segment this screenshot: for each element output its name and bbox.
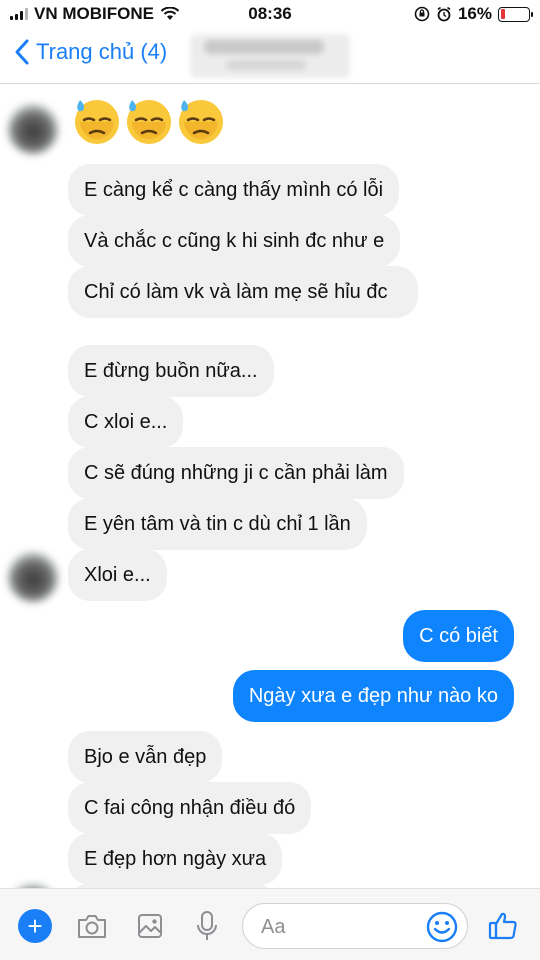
back-label: Trang chủ (4) <box>36 39 168 64</box>
like-button[interactable] <box>486 909 520 943</box>
battery-icon <box>498 6 533 22</box>
emoji-message[interactable] <box>72 96 226 146</box>
incoming-message[interactable]: Bjo e vẫn đẹp <box>68 731 223 783</box>
downcast-sweat-emoji-icon <box>75 100 119 144</box>
smiley-icon[interactable] <box>425 910 459 944</box>
image-icon <box>138 914 162 938</box>
downcast-sweat-emoji-icon <box>179 100 223 144</box>
plus-button[interactable]: + <box>18 909 52 943</box>
incoming-message[interactable]: Và chắc c cũng k hi sinh đc như e <box>68 215 401 267</box>
alarm-icon <box>437 6 451 22</box>
incoming-message[interactable]: E yên tâm và tin c dù chỉ 1 lần <box>68 498 367 550</box>
microphone-icon <box>197 911 217 940</box>
image-button[interactable] <box>133 909 167 943</box>
contact-avatar[interactable] <box>8 104 58 154</box>
camera-button[interactable] <box>75 909 109 943</box>
incoming-message[interactable]: C fai công nhận điều đó <box>68 782 312 834</box>
outgoing-message[interactable]: C có biết <box>403 610 514 662</box>
battery-percent: 16% <box>457 4 492 23</box>
message-input-box[interactable] <box>242 903 468 949</box>
incoming-message[interactable]: Xloi e... <box>68 549 167 601</box>
outgoing-message[interactable]: Ngày xưa e đẹp như nào ko <box>232 670 514 722</box>
conversation-header: Trang chủ (4) <box>0 28 540 84</box>
incoming-message[interactable]: C sẽ đúng những ji c cần phải làm <box>68 447 404 499</box>
contact-avatar[interactable] <box>8 552 58 602</box>
message-composer: + <box>0 888 540 960</box>
message-input[interactable] <box>261 912 411 942</box>
incoming-message[interactable]: Chỉ có làm vk và làm mẹ sẽ hỉu đc <box>68 266 418 318</box>
downcast-sweat-emoji-icon <box>127 100 171 144</box>
chevron-left-icon <box>15 39 29 65</box>
incoming-message[interactable]: C xloi e... <box>68 396 184 448</box>
message-list[interactable]: E càng kể c càng thấy mình có lỗi Và chắ… <box>0 84 540 888</box>
camera-icon <box>78 915 106 938</box>
rotation-lock-icon <box>414 6 430 22</box>
back-button[interactable]: Trang chủ (4) <box>14 38 167 66</box>
contact-name-blurred[interactable] <box>190 34 350 78</box>
incoming-message[interactable]: E đẹp hơn ngày xưa <box>68 833 283 885</box>
status-right: 16% <box>414 4 533 24</box>
incoming-message[interactable]: E càng kể c càng thấy mình có lỗi <box>68 164 400 216</box>
thumbs-up-icon <box>488 912 517 940</box>
microphone-button[interactable] <box>190 909 224 943</box>
plus-icon: + <box>18 909 52 943</box>
incoming-message[interactable]: E đừng buồn nữa... <box>68 345 274 397</box>
battery-level <box>500 9 505 19</box>
status-bar: VN MOBIFONE 08:36 16% <box>0 0 540 28</box>
